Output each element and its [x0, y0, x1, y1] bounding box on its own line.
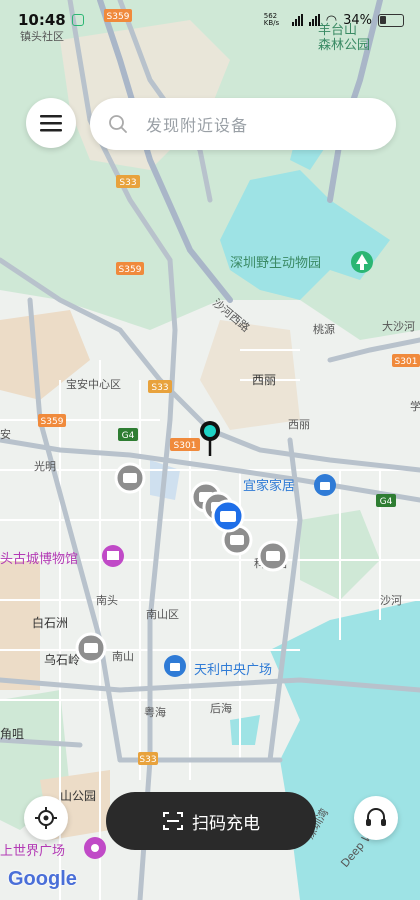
shopping-poi-icon[interactable] [164, 655, 186, 677]
svg-text:桃源: 桃源 [313, 322, 335, 336]
svg-text:白石洲: 白石洲 [32, 615, 68, 630]
svg-text:S301: S301 [395, 357, 418, 367]
svg-text:山公园: 山公园 [60, 789, 96, 803]
svg-text:天利中央广场: 天利中央广场 [194, 663, 272, 678]
battery-icon [378, 13, 404, 27]
svg-text:上世界广场: 上世界广场 [0, 844, 65, 859]
google-logo: Google [8, 868, 77, 890]
charger-marker[interactable] [257, 540, 289, 572]
svg-text:G4: G4 [122, 431, 135, 441]
svg-text:南山: 南山 [112, 650, 134, 663]
svg-text:S33: S33 [151, 383, 168, 393]
museum-poi-icon[interactable] [102, 545, 124, 567]
scan-charge-label: 扫码充电 [192, 813, 260, 834]
svg-text:宜家家居: 宜家家居 [243, 478, 295, 494]
svg-text:S301: S301 [174, 441, 197, 451]
svg-text:粤海: 粤海 [144, 705, 166, 719]
customer-service-button[interactable] [354, 796, 398, 840]
signal-icon [308, 14, 320, 26]
menu-button[interactable] [26, 98, 76, 148]
crosshair-icon [35, 807, 57, 829]
world-poi-icon[interactable] [84, 837, 106, 859]
status-bar: 10:48 562 KB/s ◠ 34% [0, 0, 420, 40]
svg-text:S359: S359 [119, 265, 142, 275]
shopping-poi-icon[interactable] [314, 474, 336, 496]
scan-charge-button[interactable]: 扫码充电 [106, 792, 316, 850]
network-speed: 562 KB/s [263, 12, 280, 27]
svg-text:西丽: 西丽 [252, 373, 276, 387]
svg-text:乌石岭: 乌石岭 [44, 652, 80, 667]
svg-text:S33: S33 [139, 755, 156, 765]
search-bar[interactable]: 发现附近设备 [90, 98, 396, 150]
headset-icon [366, 808, 386, 826]
menu-icon [40, 115, 62, 132]
clock: 10:48 [18, 11, 66, 29]
svg-text:南山区: 南山区 [146, 608, 179, 621]
charger-marker[interactable] [114, 462, 146, 494]
svg-text:沙河: 沙河 [380, 594, 402, 607]
scan-icon [163, 812, 183, 830]
svg-text:南头: 南头 [96, 594, 118, 607]
battery-percent: 34% [343, 12, 372, 28]
svg-text:头古城博物馆: 头古城博物馆 [0, 552, 78, 567]
svg-text:安: 安 [0, 427, 11, 441]
signal-icon [291, 14, 303, 26]
search-icon [109, 115, 127, 133]
svg-text:宝安中心区: 宝安中心区 [66, 377, 121, 391]
svg-text:西丽: 西丽 [288, 418, 310, 431]
svg-text:大沙河: 大沙河 [382, 319, 415, 333]
svg-text:S359: S359 [41, 417, 64, 427]
svg-text:深圳野生动物园: 深圳野生动物园 [230, 256, 321, 271]
locate-button[interactable] [24, 796, 68, 840]
zoo-poi-icon[interactable] [351, 251, 373, 273]
wifi-icon: ◠ [325, 12, 338, 28]
svg-text:光明: 光明 [34, 459, 56, 473]
svg-text:G4: G4 [380, 497, 393, 507]
charger-marker[interactable] [75, 632, 107, 664]
wechat-notification-icon [71, 14, 84, 26]
svg-text:S33: S33 [119, 178, 136, 188]
search-placeholder: 发现附近设备 [146, 116, 249, 135]
svg-text:后海: 后海 [210, 701, 232, 715]
charger-marker-selected[interactable] [211, 499, 245, 533]
svg-text:角咀: 角咀 [0, 727, 24, 741]
svg-text:学府: 学府 [410, 399, 420, 413]
google-attribution: Google [8, 868, 77, 891]
